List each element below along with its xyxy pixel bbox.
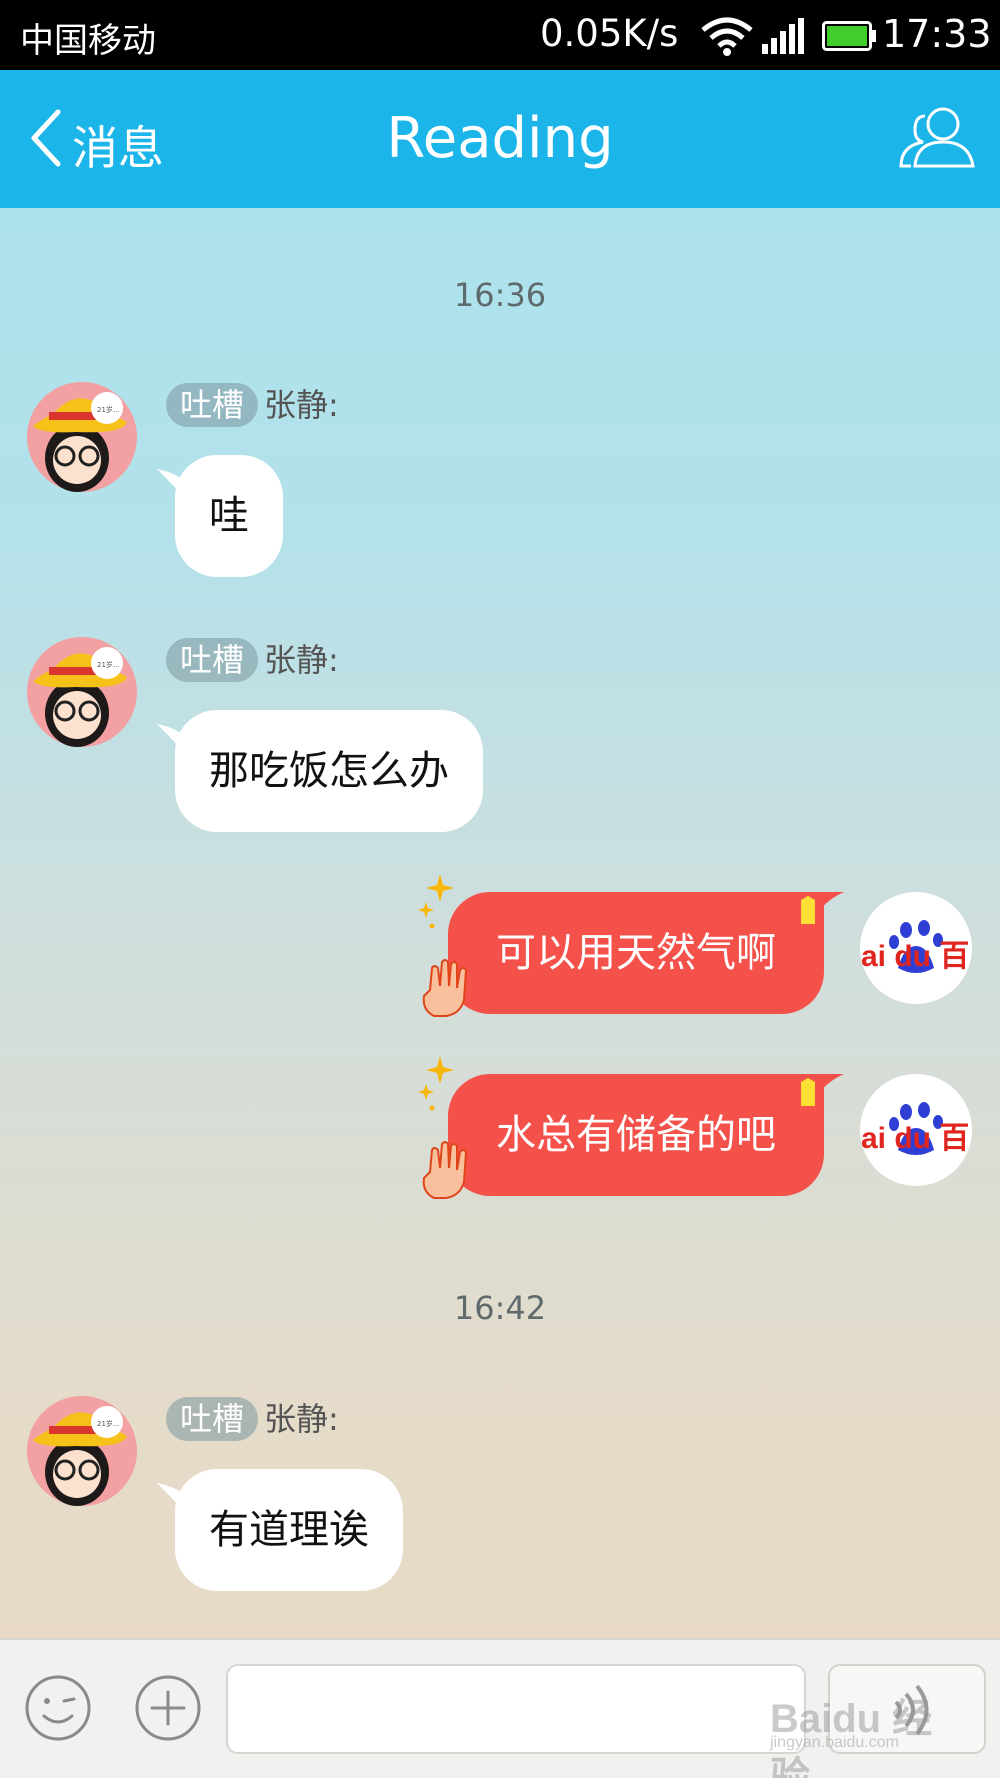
contact-avatar[interactable]: 21岁... bbox=[27, 637, 137, 747]
contact-avatar[interactable]: 21岁... bbox=[27, 1396, 137, 1506]
avatar-badge: 21岁... bbox=[97, 405, 120, 414]
bubble-tail bbox=[157, 469, 191, 505]
plus-icon[interactable] bbox=[134, 1674, 202, 1742]
network-speed: 0.05K/s bbox=[540, 12, 679, 55]
status-bar: 中国移动 0.05K/s 17:33 bbox=[0, 0, 1000, 70]
battery-icon bbox=[822, 21, 876, 51]
message-bubble[interactable]: 那吃饭怎么办 bbox=[157, 710, 483, 832]
message-tag: 吐槽 bbox=[166, 383, 259, 427]
message-tag: 吐槽 bbox=[166, 1397, 259, 1441]
emoji-icon[interactable] bbox=[24, 1674, 92, 1742]
message-bubble[interactable]: 有道理诶 bbox=[157, 1469, 403, 1591]
sender-name: 张静: bbox=[264, 386, 339, 424]
waving-hand-icon bbox=[422, 1141, 468, 1199]
bookmark-tag-icon bbox=[801, 896, 815, 924]
message-text: 可以用天然气啊 bbox=[496, 930, 776, 976]
message-text: 哇 bbox=[209, 493, 249, 539]
chat-screen: 中国移动 0.05K/s 17:33 消息 Reading 16:36 21岁.… bbox=[0, 0, 1000, 1778]
baidu-avatar[interactable]: ai du 百 bbox=[860, 1074, 972, 1186]
carrier-label: 中国移动 bbox=[20, 21, 156, 61]
contact-avatar[interactable]: 21岁... bbox=[27, 382, 137, 492]
signal-icon bbox=[762, 18, 804, 54]
message-text: 那吃饭怎么办 bbox=[209, 748, 449, 794]
watermark-brand: Baidu 经验 bbox=[770, 1697, 933, 1778]
page-title: Reading bbox=[386, 106, 614, 171]
message-bubble[interactable]: 哇 bbox=[157, 455, 283, 577]
wifi-icon bbox=[701, 17, 753, 56]
avatar-badge: 21岁... bbox=[97, 1419, 120, 1428]
clock: 17:33 bbox=[882, 12, 992, 56]
group-members-icon[interactable] bbox=[895, 102, 979, 172]
bookmark-tag-icon bbox=[801, 1078, 815, 1106]
baidu-logo-text: ai du 百 bbox=[861, 940, 969, 973]
message-bubble[interactable]: 可以用天然气啊 bbox=[448, 892, 844, 1014]
title-bar: 消息 Reading bbox=[0, 70, 1000, 208]
baidu-avatar[interactable]: ai du 百 bbox=[860, 892, 972, 1004]
message-text: 有道理诶 bbox=[209, 1507, 369, 1553]
message-bubble[interactable]: 水总有储备的吧 bbox=[448, 1074, 844, 1196]
waving-hand-icon bbox=[422, 959, 468, 1017]
message-text: 水总有储备的吧 bbox=[496, 1112, 776, 1158]
baidu-logo-text: ai du 百 bbox=[861, 1122, 969, 1155]
bubble-tail bbox=[157, 1483, 191, 1519]
sender-name: 张静: bbox=[264, 1400, 339, 1438]
watermark-url: jingyan.baidu.com bbox=[770, 1734, 899, 1751]
sender-name: 张静: bbox=[264, 641, 339, 679]
bubble-tail bbox=[157, 724, 191, 760]
message-tag: 吐槽 bbox=[166, 638, 259, 682]
avatar-badge: 21岁... bbox=[97, 660, 120, 669]
timestamp: 16:42 bbox=[453, 1289, 547, 1327]
watermark: Baidu 经验 jingyan.baidu.com bbox=[760, 1682, 960, 1778]
timestamp: 16:36 bbox=[453, 276, 547, 314]
message-input[interactable] bbox=[226, 1664, 806, 1754]
